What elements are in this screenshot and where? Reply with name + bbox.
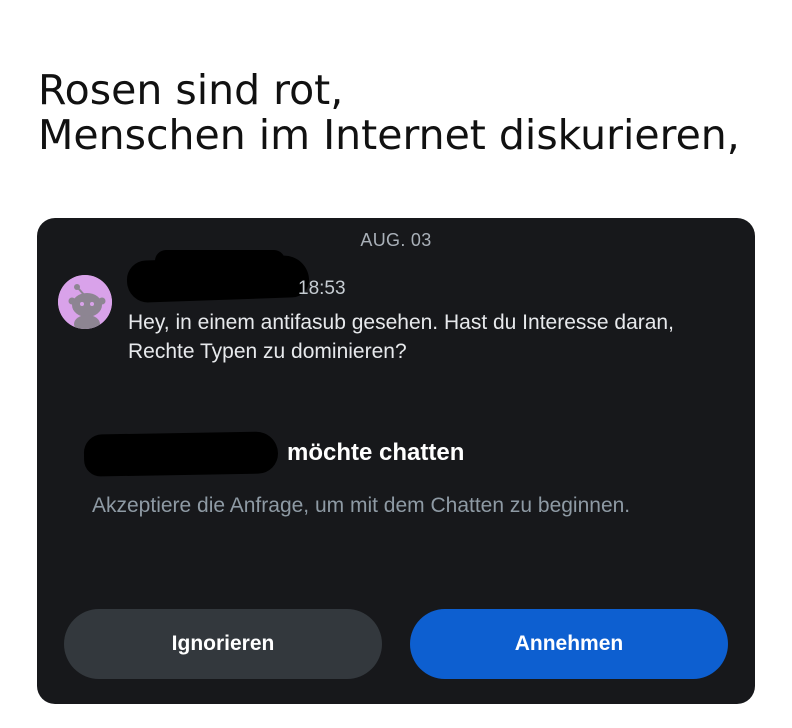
caption-line-1: Rosen sind rot,	[38, 66, 344, 114]
meme-caption: Rosen sind rot, Menschen im Internet dis…	[38, 68, 778, 158]
redacted-requester-name	[83, 431, 279, 477]
chat-request-hint: Akzeptiere die Anfrage, um mit dem Chatt…	[92, 494, 631, 517]
caption-line-2: Menschen im Internet diskurieren,	[38, 111, 740, 159]
message-text: Hey, in einem antifasub gesehen. Hast du…	[128, 311, 674, 363]
date-divider: AUG. 03	[360, 230, 432, 250]
ignore-button[interactable]: Ignorieren	[64, 609, 382, 679]
chat-request-title: möchte chatten	[287, 439, 465, 466]
message-timestamp: 18:53	[298, 278, 346, 299]
accept-button[interactable]: Annehmen	[410, 609, 728, 679]
redacted-username	[126, 254, 310, 304]
reddit-snoo-icon[interactable]	[58, 275, 112, 329]
chat-request-card: AUG. 03 18:53 Hey, in einem antifasub ge…	[37, 218, 755, 704]
